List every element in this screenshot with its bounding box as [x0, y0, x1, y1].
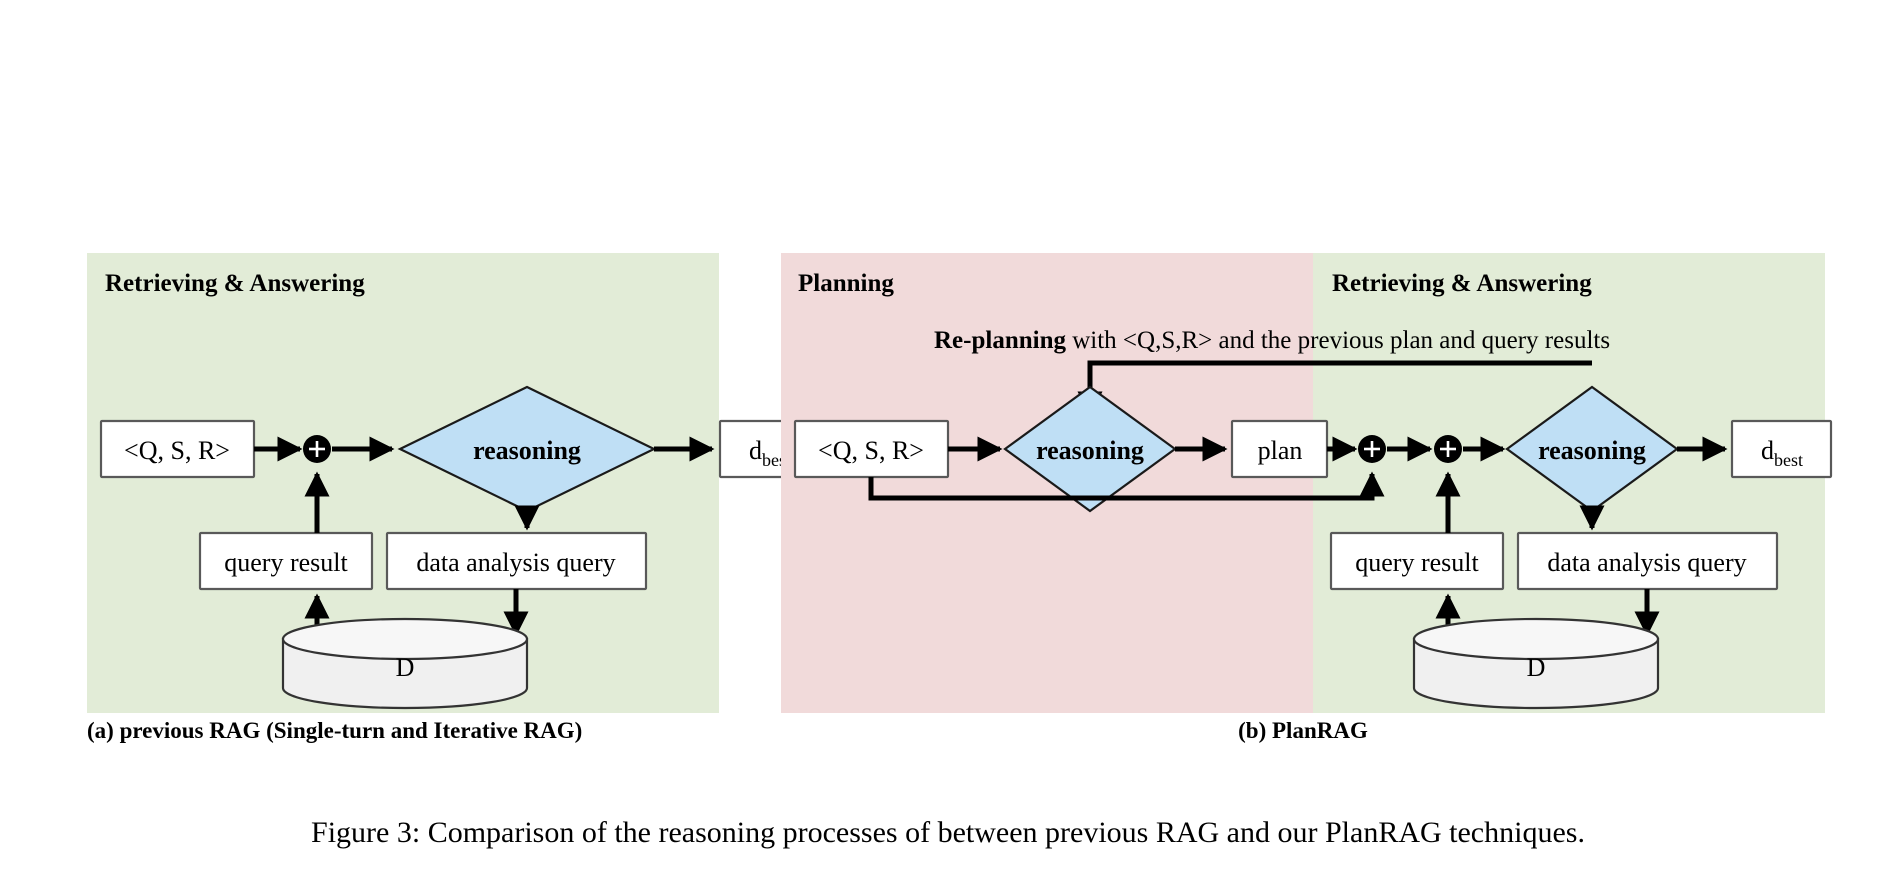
- panel-a-reasoning-label: reasoning: [473, 436, 581, 465]
- panel-b-output-d: d: [1761, 436, 1774, 465]
- panel-a-sub-caption: (a) previous RAG (Single-turn and Iterat…: [87, 718, 582, 743]
- panel-a-query-result-label: query result: [224, 548, 348, 577]
- panel-b-database-label: D: [1527, 653, 1546, 682]
- figure-caption: Figure 3: Comparison of the reasoning pr…: [311, 816, 1585, 849]
- panel-b-replanning-annotation: Re-planning with <Q,S,R> and the previou…: [934, 327, 1610, 354]
- panel-b-merge-node-1: [1358, 435, 1386, 463]
- panel-a-data-analysis-query-label: data analysis query: [416, 548, 615, 577]
- panel-b-section-title-planning: Planning: [798, 270, 894, 297]
- panel-b-data-analysis-query-label: data analysis query: [1547, 548, 1746, 577]
- panel-b-input-label: <Q, S, R>: [818, 436, 924, 465]
- panel-a-section-title-retrieving: Retrieving & Answering: [105, 270, 365, 297]
- panel-a-merge-node: [303, 435, 331, 463]
- panel-a-input-label: <Q, S, R>: [124, 436, 230, 465]
- panel-a-output-d: d: [749, 436, 762, 465]
- panel-b-replanning-rest: with <Q,S,R> and the previous plan and q…: [1066, 327, 1610, 354]
- panel-a-database-label: D: [396, 653, 415, 682]
- panel-b-sub-caption: (b) PlanRAG: [1238, 718, 1368, 743]
- panel-b-pink-background: [781, 253, 1313, 713]
- figure-3-root: Retrieving & Answering <Q, S, R> reasoni…: [0, 0, 1896, 882]
- panel-b-database-cylinder: D: [1412, 617, 1660, 710]
- panel-b-reasoning-plan-label: reasoning: [1036, 436, 1144, 465]
- panel-a: Retrieving & Answering <Q, S, R> reasoni…: [87, 253, 821, 743]
- panel-b-section-title-retrieving: Retrieving & Answering: [1332, 270, 1592, 297]
- panel-b: Planning Retrieving & Answering Re-plann…: [781, 253, 1833, 743]
- panel-a-database-cylinder: D: [281, 617, 529, 710]
- panel-b-query-result-label: query result: [1355, 548, 1479, 577]
- planrag-comparison-diagram: Retrieving & Answering <Q, S, R> reasoni…: [87, 253, 1833, 849]
- panel-b-plan-label: plan: [1258, 436, 1303, 465]
- panel-b-reasoning-answer-label: reasoning: [1538, 436, 1646, 465]
- panel-b-replanning-bold: Re-planning: [934, 327, 1066, 354]
- panel-b-merge-node-2: [1434, 435, 1462, 463]
- panel-b-output-subscript: best: [1774, 450, 1803, 470]
